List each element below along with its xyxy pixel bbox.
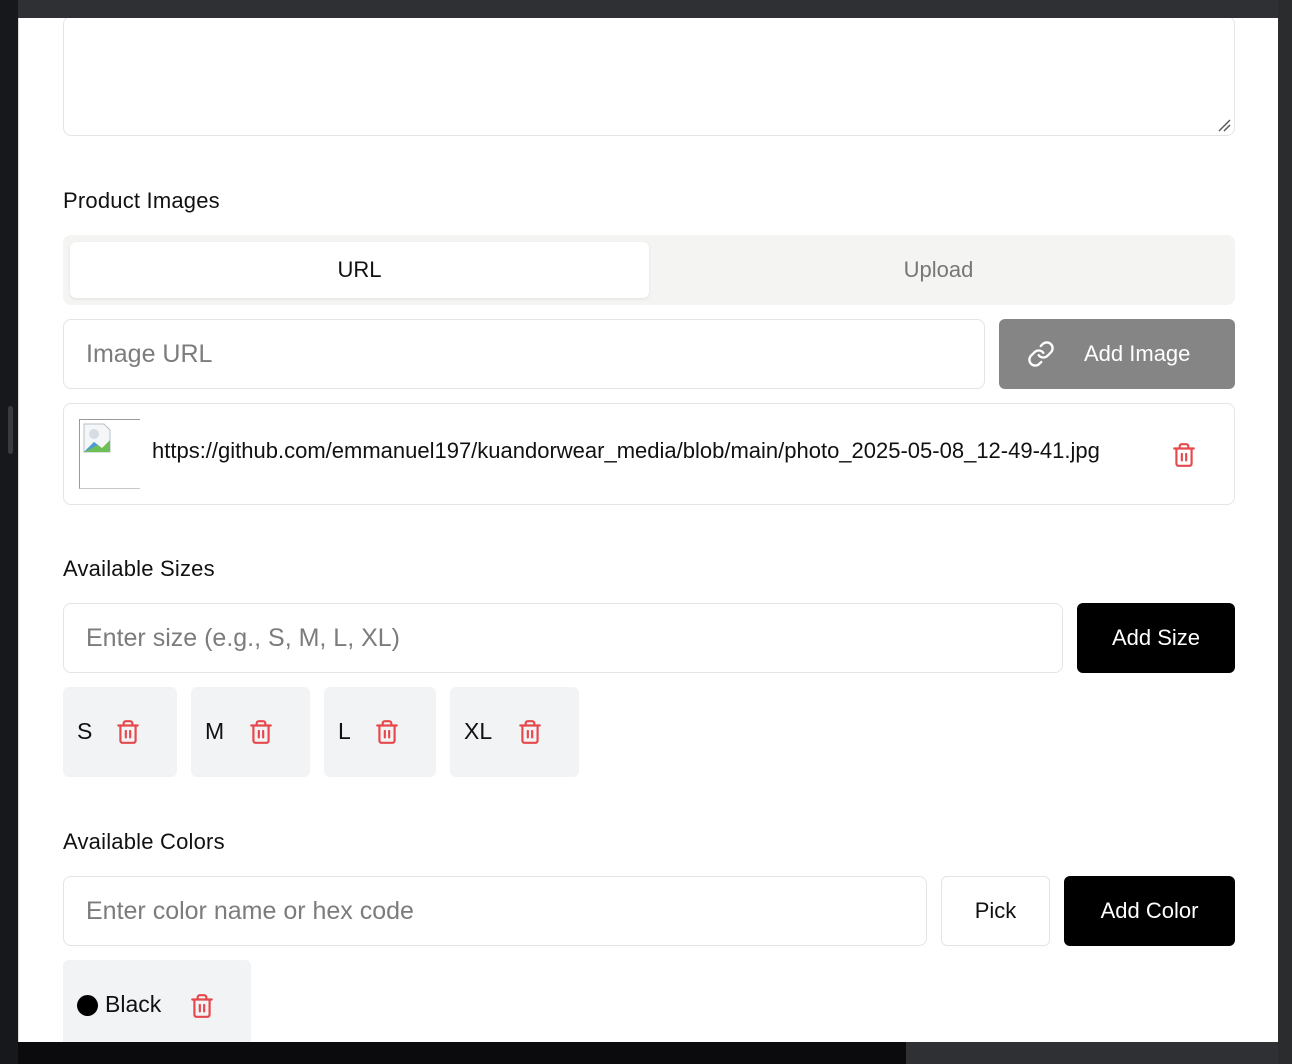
size-chip: M (191, 687, 310, 777)
color-input[interactable]: Enter color name or hex code (63, 876, 927, 946)
add-size-button[interactable]: Add Size (1077, 603, 1235, 673)
image-list-item: https://github.com/emmanuel197/kuandorwe… (63, 403, 1235, 505)
add-image-button[interactable]: Add Image (999, 319, 1235, 389)
available-colors-label: Available Colors (63, 829, 225, 854)
add-color-button[interactable]: Add Color (1064, 876, 1235, 946)
trash-icon[interactable] (374, 718, 400, 746)
image-source-tabs: URL Upload (63, 235, 1235, 305)
tab-url[interactable]: URL (70, 242, 649, 298)
trash-icon[interactable] (1171, 441, 1197, 469)
color-chip: Black (63, 960, 251, 1042)
trash-icon[interactable] (115, 718, 141, 746)
resize-handle-icon[interactable] (1217, 118, 1231, 132)
image-thumbnail (79, 419, 140, 489)
bottom-bar-secondary (906, 1042, 1278, 1064)
product-images-label: Product Images (63, 188, 220, 213)
size-input[interactable]: Enter size (e.g., S, M, L, XL) (63, 603, 1063, 673)
bottom-bar (18, 1042, 906, 1064)
add-image-label: Add Image (1084, 341, 1191, 366)
size-chip-label: XL (464, 718, 493, 744)
tab-upload[interactable]: Upload (649, 242, 1228, 298)
backdrop-right (1278, 0, 1292, 1064)
size-chip-label: L (338, 718, 351, 744)
color-chip-label: Black (105, 991, 162, 1017)
size-chip: L (324, 687, 436, 777)
size-chip-label: S (77, 718, 93, 744)
size-chip: S (63, 687, 177, 777)
trash-icon[interactable] (248, 718, 274, 746)
broken-image-icon (83, 423, 111, 453)
image-url-text: https://github.com/emmanuel197/kuandorwe… (152, 438, 1100, 463)
backdrop-left (0, 0, 18, 1064)
image-url-input[interactable]: Image URL (63, 319, 985, 389)
trash-icon[interactable] (189, 992, 215, 1020)
size-chip-label: M (205, 718, 225, 744)
backdrop-top (0, 0, 1292, 20)
product-form-dialog: Product Images URL Upload Image URL Add … (18, 18, 1278, 1042)
trash-icon[interactable] (517, 718, 543, 746)
size-chip: XL (450, 687, 579, 777)
description-textarea[interactable] (63, 18, 1235, 136)
available-sizes-label: Available Sizes (63, 556, 215, 581)
drag-handle[interactable] (8, 406, 13, 454)
pick-color-button[interactable]: Pick (941, 876, 1050, 946)
color-swatch (77, 995, 98, 1016)
link-icon (1028, 341, 1054, 367)
